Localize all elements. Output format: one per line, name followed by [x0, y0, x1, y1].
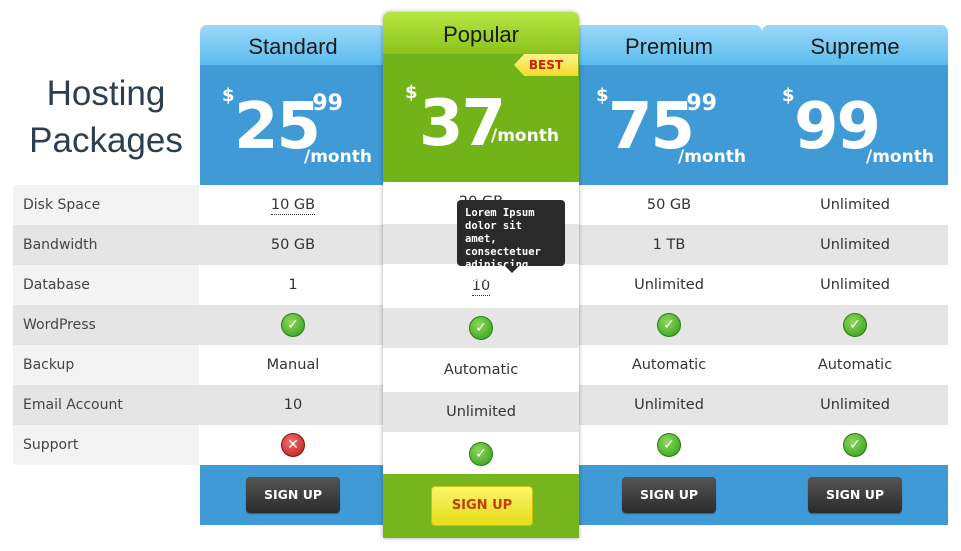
cell-email-account: 10 [283, 397, 303, 413]
plan-footer: SIGN UP [200, 465, 386, 525]
sign-up-button-supreme[interactable]: SIGN UP [808, 477, 902, 513]
check-icon: ✓ [469, 316, 493, 340]
price-amount: 37 [419, 87, 506, 161]
plan-premium-name: Premium [576, 25, 762, 65]
feature-label-wordpress-overlay: WordPress [23, 317, 96, 333]
cell-bandwidth: 1 TB [652, 237, 686, 253]
cross-icon: ✕ [281, 433, 305, 457]
sign-up-button-popular[interactable]: SIGN UP [431, 486, 533, 526]
price-period: /month [491, 126, 559, 146]
cell-support: ✓ [576, 425, 762, 465]
plan-footer: SIGN UP [762, 465, 948, 525]
plan-standard: Standard $ 25 .99 /month 10 GB 50 GB 1 ✓… [200, 25, 386, 525]
price-cents: .99 [678, 91, 717, 116]
plan-standard-name: Standard [200, 25, 386, 65]
feature-label-support: Support [23, 437, 79, 453]
cell-bandwidth: 50 GB [270, 237, 316, 253]
currency-symbol: $ [222, 85, 235, 106]
cell-wordpress: ✓ [383, 308, 579, 348]
cell-email-account: Unlimited [383, 392, 579, 432]
price-period: /month [304, 147, 372, 167]
plan-standard-price: $ 25 .99 /month [200, 65, 386, 185]
cell-wordpress: ✓ [200, 305, 386, 345]
cell-support: ✕ [200, 425, 386, 465]
feature-label-backup: Backup [23, 357, 75, 373]
feature-label-database: Database [23, 277, 90, 293]
cell-backup: Automatic [631, 357, 707, 373]
cell-disk-space: 10 GB [270, 197, 316, 215]
plan-footer: SIGN UP [576, 465, 762, 525]
cell-support: ✓ [762, 425, 948, 465]
sign-up-button-premium[interactable]: SIGN UP [622, 477, 716, 513]
price-period: /month [678, 147, 746, 167]
price-period: /month [866, 147, 934, 167]
cell-database: Unlimited [820, 277, 890, 293]
cell-database: 1 [288, 277, 298, 293]
cell-bandwidth: Unlimited [820, 237, 890, 253]
best-badge: BEST [514, 54, 578, 76]
check-icon: ✓ [657, 313, 681, 337]
currency-symbol: $ [596, 85, 609, 106]
plan-premium: Premium $ 75 .99 /month 50 GB 1 TB Unlim… [576, 25, 762, 525]
check-icon: ✓ [657, 433, 681, 457]
plan-supreme-price: $ 99 /month [762, 65, 948, 185]
feature-label-disk-space: Disk Space [23, 197, 101, 213]
feature-label-email-overlay: Email Account [23, 397, 123, 413]
feature-label-bandwidth-overlay: Bandwidth [23, 237, 98, 253]
currency-symbol: $ [782, 85, 795, 106]
plan-premium-price: $ 75 .99 /month [576, 65, 762, 185]
plan-supreme: Supreme $ 99 /month Unlimited Unlimited … [762, 25, 948, 525]
cell-disk-space: Unlimited [820, 197, 890, 213]
cell-backup: Automatic [383, 350, 579, 390]
page-title-line2: Packages [29, 121, 183, 160]
cell-wordpress: ✓ [762, 305, 948, 345]
currency-symbol: $ [405, 82, 418, 103]
check-icon: ✓ [469, 442, 493, 466]
cell-email-account: Unlimited [820, 397, 890, 413]
cell-database: Unlimited [634, 277, 704, 293]
cell-support: ✓ [383, 434, 579, 474]
cell-wordpress: ✓ [576, 305, 762, 345]
check-icon: ✓ [281, 313, 305, 337]
check-icon: ✓ [843, 433, 867, 457]
cell-disk-space: 50 GB [646, 197, 692, 213]
sign-up-button-standard[interactable]: SIGN UP [246, 477, 340, 513]
check-icon: ✓ [843, 313, 867, 337]
price-cents: .99 [304, 91, 343, 116]
page-title-line1: Hosting [46, 74, 166, 113]
plan-popular-name: Popular [383, 12, 579, 54]
cell-backup: Automatic [817, 357, 893, 373]
tooltip: Lorem Ipsum dolor sit amet, consectetuer… [457, 200, 565, 284]
cell-backup: Manual [266, 357, 320, 373]
plan-supreme-name: Supreme [762, 25, 948, 65]
cell-email-account: Unlimited [634, 397, 704, 413]
plan-footer: SIGN UP [383, 474, 579, 538]
page-title: Hosting Packages [14, 70, 198, 164]
